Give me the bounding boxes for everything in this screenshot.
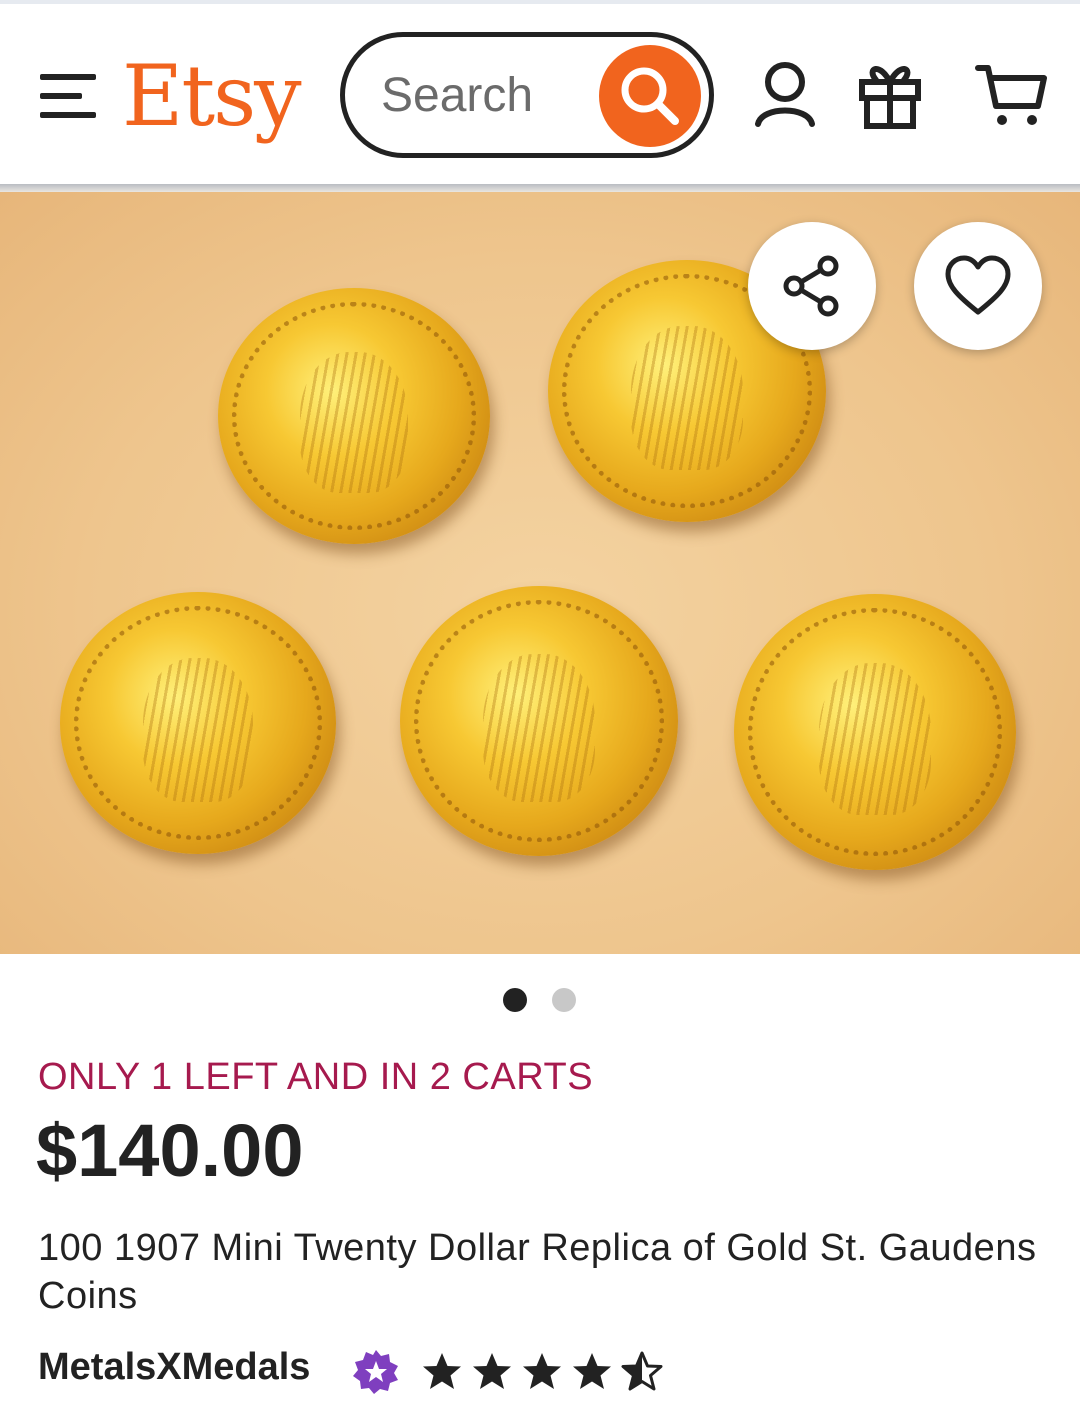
star-icon <box>573 1353 611 1389</box>
star-icon <box>423 1353 461 1389</box>
carousel-dot-active[interactable] <box>503 988 527 1012</box>
etsy-logo[interactable]: Etsy <box>122 46 302 146</box>
account-icon[interactable] <box>752 58 818 135</box>
shop-info: MetalsXMedals <box>38 1346 1038 1400</box>
search-bar <box>340 32 714 158</box>
price: $140.00 <box>36 1109 304 1192</box>
carousel-indicator <box>0 988 1080 1014</box>
coin-liberty-image <box>734 594 1016 870</box>
carousel-dot[interactable] <box>552 988 576 1012</box>
star-seller-badge-icon <box>352 1348 400 1401</box>
heart-icon <box>945 255 1011 315</box>
product-image[interactable] <box>0 192 1080 954</box>
gift-icon[interactable] <box>856 58 924 135</box>
cart-icon[interactable] <box>974 60 1050 135</box>
half-star-icon <box>621 1351 663 1391</box>
share-button[interactable] <box>748 222 876 350</box>
header-divider <box>0 184 1080 192</box>
listing-title: 100 1907 Mini Twenty Dollar Replica of G… <box>38 1227 1037 1317</box>
favorite-button[interactable] <box>914 222 1042 350</box>
search-icon <box>621 67 679 125</box>
search-input[interactable] <box>381 63 601 127</box>
share-icon <box>783 255 839 317</box>
search-button[interactable] <box>599 45 701 147</box>
coin-eagle-image <box>400 586 678 856</box>
star-icon <box>473 1353 511 1389</box>
coin-liberty-image <box>218 288 490 544</box>
stock-message: ONLY 1 LEFT AND IN 2 CARTS <box>38 1056 594 1098</box>
star-icon <box>523 1353 561 1389</box>
site-header: Etsy <box>0 4 1080 184</box>
menu-icon[interactable] <box>36 68 100 124</box>
coin-liberty-image <box>60 592 336 854</box>
shop-name-link[interactable]: MetalsXMedals <box>38 1346 310 1389</box>
